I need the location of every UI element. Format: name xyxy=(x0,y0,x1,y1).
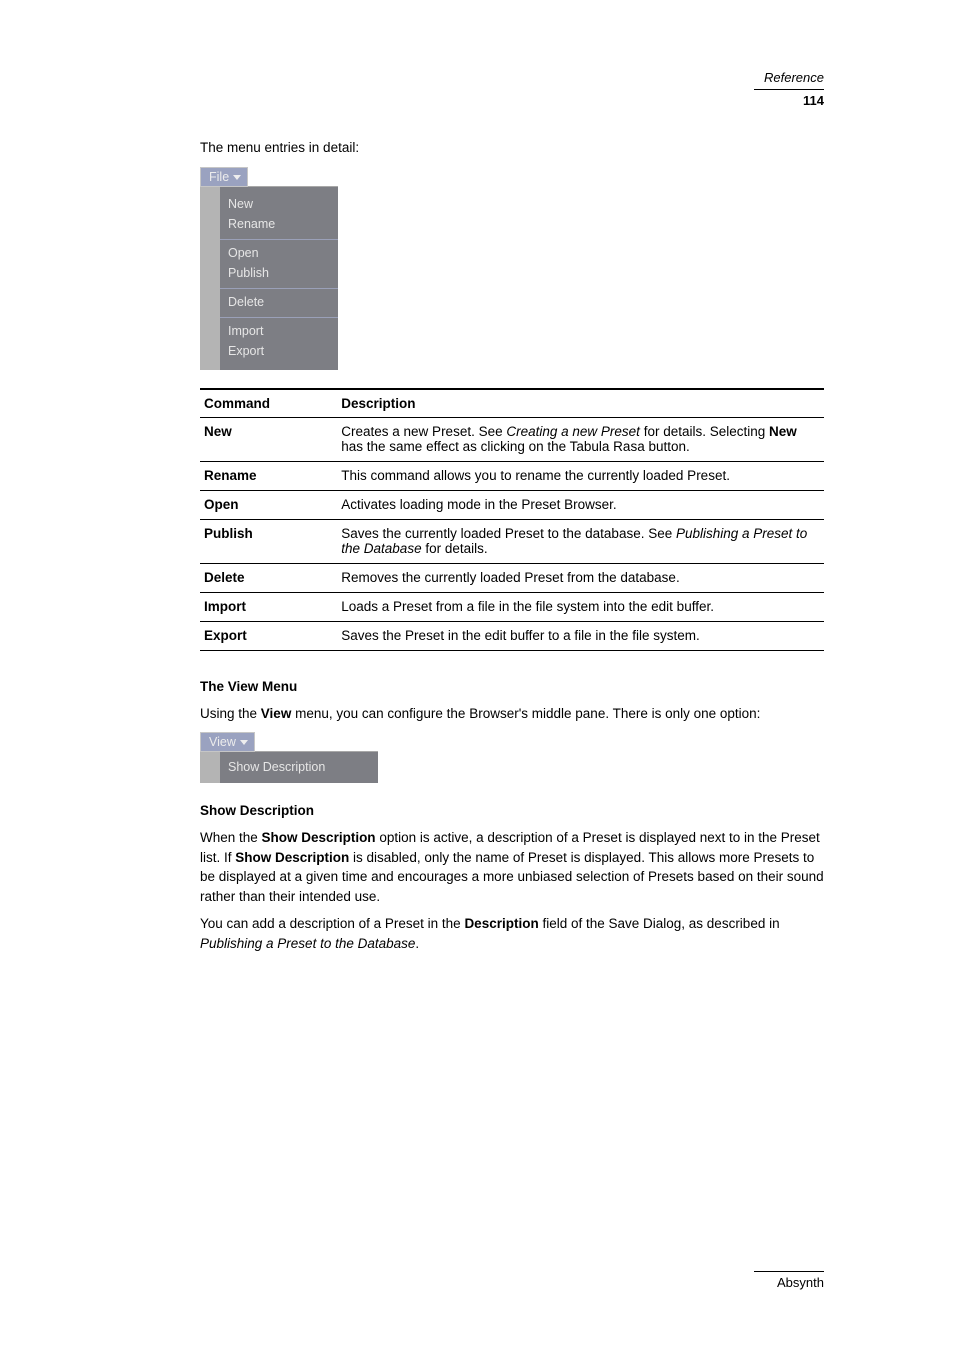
desc-cell: Saves the Preset in the edit buffer to a… xyxy=(337,621,824,650)
desc-cell: Saves the currently loaded Preset to the… xyxy=(337,519,824,563)
menu-item-new[interactable]: New xyxy=(220,195,338,215)
view-menu-tab[interactable]: View xyxy=(200,732,255,752)
page: Reference 114 The menu entries in detail… xyxy=(0,0,954,1350)
menu-item-delete[interactable]: Delete xyxy=(220,293,338,313)
running-head-title: Reference xyxy=(754,70,824,85)
view-menu-panel: Show Description xyxy=(200,751,378,783)
cmd-cell: Publish xyxy=(200,519,337,563)
footer: Absynth xyxy=(754,1271,824,1290)
cmd-cell: Export xyxy=(200,621,337,650)
show-description-heading: Show Description xyxy=(200,803,824,818)
view-menu-figure: View Show Description xyxy=(200,731,824,783)
menu-item-import[interactable]: Import xyxy=(220,322,338,342)
menu-item-rename[interactable]: Rename xyxy=(220,215,338,235)
view-menu-items: Show Description xyxy=(220,752,378,783)
menu-item-publish[interactable]: Publish xyxy=(220,264,338,284)
file-menu-panel: New Rename Open Publish Delete Import Ex… xyxy=(200,186,338,370)
menu-gutter xyxy=(200,752,220,783)
page-number: 114 xyxy=(803,93,824,108)
footer-rule xyxy=(754,1271,824,1272)
footer-text: Absynth xyxy=(777,1275,824,1290)
th-command: Command xyxy=(200,389,337,418)
desc-cell: Activates loading mode in the Preset Bro… xyxy=(337,490,824,519)
menu-item-export[interactable]: Export xyxy=(220,342,338,362)
table-row: Rename This command allows you to rename… xyxy=(200,461,824,490)
cmd-cell: Rename xyxy=(200,461,337,490)
desc-cell: Removes the currently loaded Preset from… xyxy=(337,563,824,592)
file-menu-figure: File New Rename Open Publish Delete xyxy=(200,166,824,370)
th-description: Description xyxy=(337,389,824,418)
file-menu-tab-label: File xyxy=(209,170,229,184)
menu-gutter xyxy=(200,187,220,370)
table-row: Publish Saves the currently loaded Prese… xyxy=(200,519,824,563)
table-row: Export Saves the Preset in the edit buff… xyxy=(200,621,824,650)
command-table: Command Description New Creates a new Pr… xyxy=(200,388,824,651)
content: The menu entries in detail: File New Ren… xyxy=(200,138,824,962)
desc-cell: This command allows you to rename the cu… xyxy=(337,461,824,490)
file-menu-items: New Rename Open Publish Delete Import Ex… xyxy=(220,187,338,370)
cmd-cell: Open xyxy=(200,490,337,519)
cmd-cell: Import xyxy=(200,592,337,621)
menu-item-show-description[interactable]: Show Description xyxy=(220,756,378,779)
dropdown-icon xyxy=(233,175,241,180)
table-header-row: Command Description xyxy=(200,389,824,418)
cmd-cell: Delete xyxy=(200,563,337,592)
dropdown-icon xyxy=(240,740,248,745)
table-row: Open Activates loading mode in the Prese… xyxy=(200,490,824,519)
header-rule xyxy=(754,89,824,90)
running-head: Reference xyxy=(754,70,824,90)
view-menu-tab-label: View xyxy=(209,735,236,749)
table-row: Import Loads a Preset from a file in the… xyxy=(200,592,824,621)
cmd-cell: New xyxy=(200,417,337,461)
intro-text: The menu entries in detail: xyxy=(200,138,824,158)
table-row: New Creates a new Preset. See Creating a… xyxy=(200,417,824,461)
view-menu-text: Using the View menu, you can configure t… xyxy=(200,704,824,724)
view-menu-heading: The View Menu xyxy=(200,679,824,694)
show-description-para1: When the Show Description option is acti… xyxy=(200,828,824,906)
menu-item-open[interactable]: Open xyxy=(220,244,338,264)
table-row: Delete Removes the currently loaded Pres… xyxy=(200,563,824,592)
desc-cell: Loads a Preset from a file in the file s… xyxy=(337,592,824,621)
show-description-para2: You can add a description of a Preset in… xyxy=(200,914,824,953)
file-menu-tab[interactable]: File xyxy=(200,167,248,187)
desc-cell: Creates a new Preset. See Creating a new… xyxy=(337,417,824,461)
